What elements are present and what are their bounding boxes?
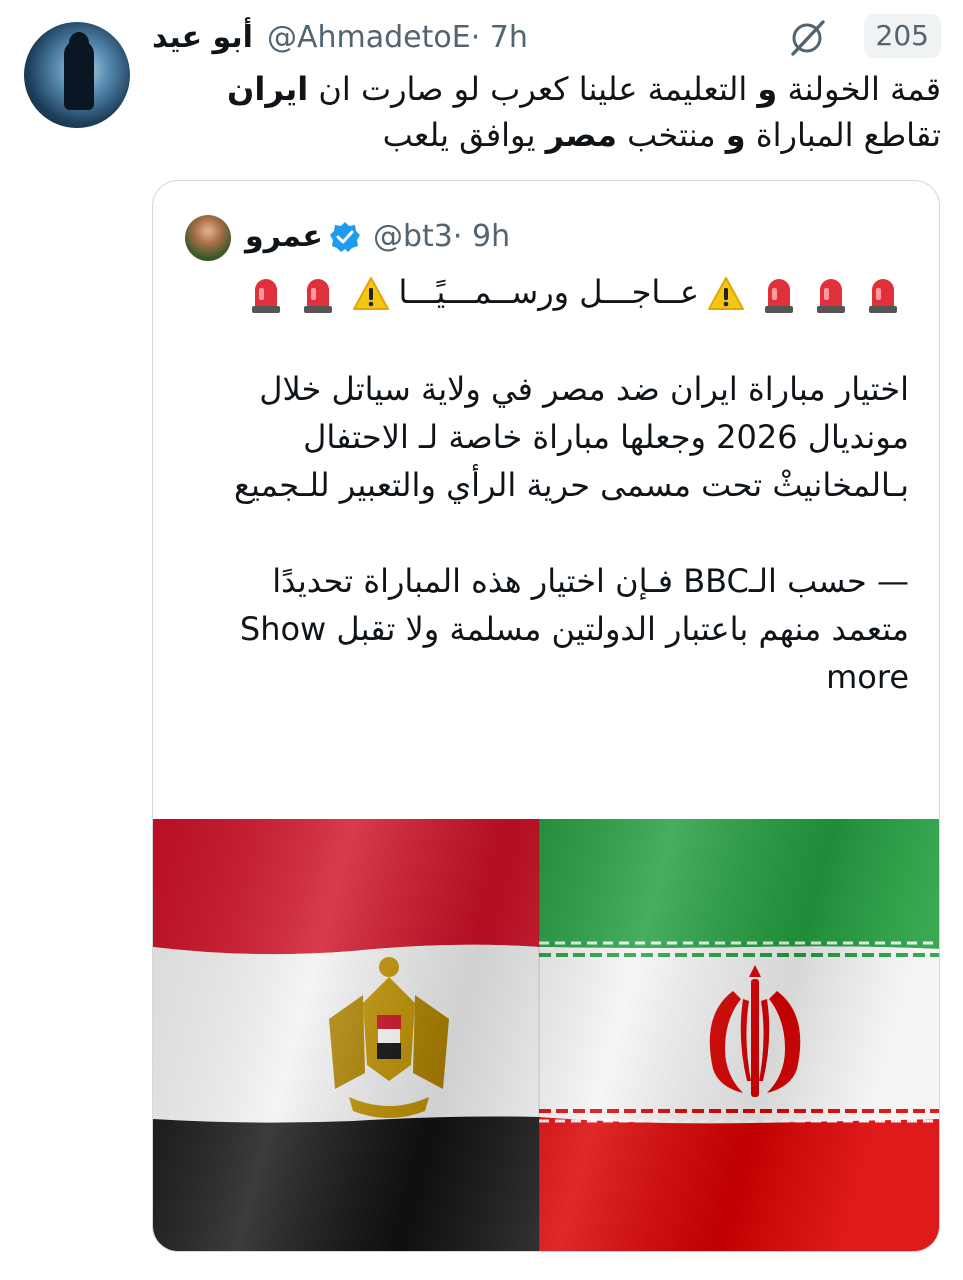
quote-paragraph-2: — حسب الـBBC فـإن اختيار هذه المباراة تح…: [239, 562, 909, 696]
view-count[interactable]: 205: [863, 14, 941, 58]
quote-paragraph-1: اختيار مباراة ايران ضد مصر في ولاية سيات…: [234, 370, 909, 504]
warning-emoji-icon: [353, 277, 390, 310]
tweet-text: قمة الخولنة و التعليمة علينا كعرب لو صار…: [227, 70, 941, 154]
police-light-emoji-icon: [817, 279, 845, 313]
police-light-emoji-icon: [304, 279, 333, 313]
tweet-header: أبو عيد @AhmadetoE· 7h 205: [152, 14, 941, 60]
police-light-emoji-icon: [765, 279, 793, 313]
egypt-iran-flags-image[interactable]: [153, 819, 939, 1251]
police-light-emoji-icon: [252, 279, 281, 313]
quote-author-name[interactable]: عمرو: [245, 217, 323, 257]
quote-time[interactable]: · 9h: [453, 219, 510, 254]
author-avatar[interactable]: [24, 22, 130, 128]
tweet-time[interactable]: · 7h: [471, 20, 528, 55]
quote-author-handle[interactable]: @bt3· 9h: [373, 217, 510, 257]
quote-text: عــاجـــل ورســمـــيًـــا اختيار مباراة …: [209, 267, 909, 701]
author-name[interactable]: أبو عيد: [152, 20, 253, 56]
warning-emoji-icon: [708, 277, 744, 310]
quote-headline: عــاجـــل ورســمـــيًـــا: [209, 267, 909, 317]
verified-badge-icon[interactable]: [329, 221, 361, 253]
quote-author-avatar[interactable]: [185, 215, 231, 261]
quoted-tweet[interactable]: عمرو @bt3· 9h عــاجـــل ورســمـــيًـــا …: [152, 180, 940, 1252]
police-light-emoji-icon: [869, 279, 897, 313]
author-handle[interactable]: @AhmadetoE· 7h: [267, 20, 528, 56]
grok-icon[interactable]: [785, 16, 829, 60]
